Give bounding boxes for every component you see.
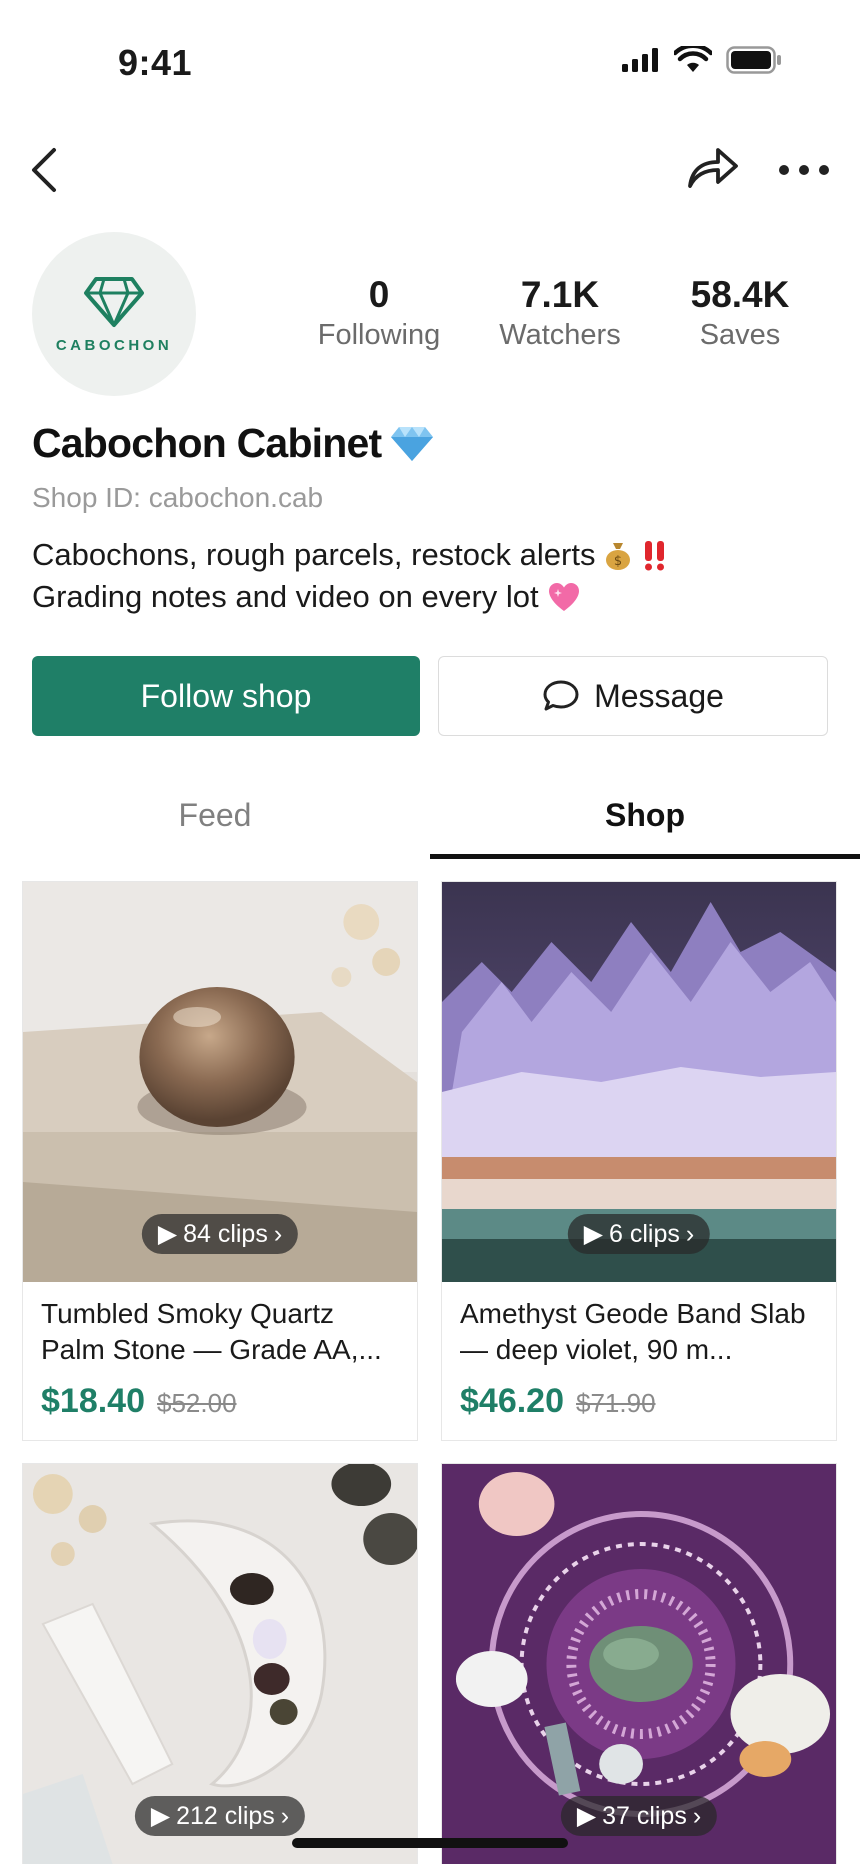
bio-line-2: Grading notes and video on every lot — [32, 579, 539, 614]
follow-shop-button[interactable]: Follow shop — [32, 656, 420, 736]
gem-badge-icon — [391, 426, 434, 461]
share-icon[interactable] — [684, 140, 740, 196]
status-time: 9:41 — [118, 42, 193, 83]
stat-watchers[interactable]: 7.1K Watchers — [490, 272, 630, 352]
back-chevron-icon[interactable] — [26, 142, 66, 198]
tab-shop[interactable]: Shop — [430, 770, 860, 860]
clips-count: 6 clips — [609, 1219, 680, 1248]
play-icon: ▶ — [150, 1802, 171, 1830]
product-original-price: $71.90 — [576, 1388, 656, 1418]
shop-id: Shop ID: cabochon.cab — [32, 482, 324, 513]
clips-count: 37 clips — [602, 1801, 687, 1830]
status-bar: 9:41 — [0, 0, 860, 120]
chevron-right-icon: › — [273, 1219, 283, 1248]
stat-following[interactable]: 0 Following — [314, 272, 444, 352]
active-tab-indicator — [430, 854, 860, 859]
stat-saves[interactable]: 58.4K Saves — [678, 272, 802, 352]
clips-count: 212 clips — [176, 1801, 275, 1830]
stat-label: Saves — [699, 319, 781, 351]
top-nav — [0, 130, 860, 210]
profile-tabs: Feed Shop — [0, 770, 860, 860]
product-card[interactable]: ▶ 84 clips › Tumbled Smoky Quartz Palm S… — [22, 881, 418, 1441]
shop-name-row: Cabochon Cabinet — [32, 420, 435, 467]
clips-badge[interactable]: ▶ 37 clips › — [560, 1796, 718, 1836]
message-button[interactable]: Message — [438, 656, 828, 736]
money-bag-icon: $ — [606, 543, 631, 570]
wifi-icon — [674, 46, 712, 72]
shop-bio: Cabochons, rough parcels, restock alerts… — [32, 534, 669, 618]
stat-value: 0 — [368, 274, 390, 315]
battery-icon — [726, 46, 781, 74]
more-options-icon[interactable] — [776, 152, 832, 188]
chevron-right-icon: › — [280, 1801, 290, 1830]
home-indicator[interactable] — [292, 1838, 568, 1848]
product-price: $18.40 — [41, 1382, 145, 1420]
stat-label: Following — [317, 319, 441, 351]
double-exclamation-icon — [645, 541, 665, 571]
tab-feed[interactable]: Feed — [0, 770, 430, 860]
profile-stats: 0 Following 7.1K Watchers 58.4K Saves — [300, 272, 820, 362]
product-card[interactable]: ▶ 6 clips › Amethyst Geode Band Slab — d… — [441, 881, 837, 1441]
cellular-signal-icon — [622, 48, 658, 72]
product-card[interactable]: ▶ 212 clips › — [22, 1463, 418, 1864]
chevron-right-icon: › — [692, 1801, 702, 1830]
product-image[interactable]: ▶ 37 clips › — [442, 1464, 836, 1864]
clips-badge[interactable]: ▶ 84 clips › — [141, 1214, 299, 1254]
bio-line-1: Cabochons, rough parcels, restock alerts — [32, 537, 596, 572]
chevron-right-icon: › — [685, 1219, 695, 1248]
diamond-logo-icon — [84, 276, 144, 327]
status-icons — [622, 46, 782, 74]
product-price: $46.20 — [460, 1382, 564, 1420]
product-card[interactable]: ▶ 37 clips › — [441, 1463, 837, 1864]
message-button-label: Message — [594, 677, 724, 714]
stat-value: 7.1K — [520, 274, 600, 315]
shop-name: Cabochon Cabinet — [32, 420, 382, 466]
product-title[interactable]: Tumbled Smoky Quartz Palm Stone — Grade … — [41, 1296, 399, 1368]
play-icon: ▶ — [576, 1802, 597, 1830]
product-image[interactable]: ▶ 6 clips › — [442, 882, 836, 1282]
product-image[interactable]: ▶ 212 clips › — [23, 1464, 417, 1864]
product-image[interactable]: ▶ 84 clips › — [23, 882, 417, 1282]
clips-badge[interactable]: ▶ 212 clips › — [134, 1796, 306, 1836]
product-original-price: $52.00 — [157, 1388, 237, 1418]
avatar-logo-text: CABOCHON — [55, 336, 173, 354]
clips-count: 84 clips — [183, 1219, 268, 1248]
stat-label: Watchers — [499, 319, 621, 351]
shop-avatar[interactable]: CABOCHON — [32, 232, 196, 396]
play-icon: ▶ — [583, 1220, 604, 1248]
product-title[interactable]: Amethyst Geode Band Slab — deep violet, … — [460, 1296, 818, 1368]
sparkling-heart-icon — [548, 583, 579, 611]
chat-bubble-icon — [543, 680, 579, 711]
svg-text:$: $ — [614, 554, 622, 569]
clips-badge[interactable]: ▶ 6 clips › — [567, 1214, 711, 1254]
play-icon: ▶ — [157, 1220, 178, 1248]
stat-value: 58.4K — [690, 274, 790, 315]
